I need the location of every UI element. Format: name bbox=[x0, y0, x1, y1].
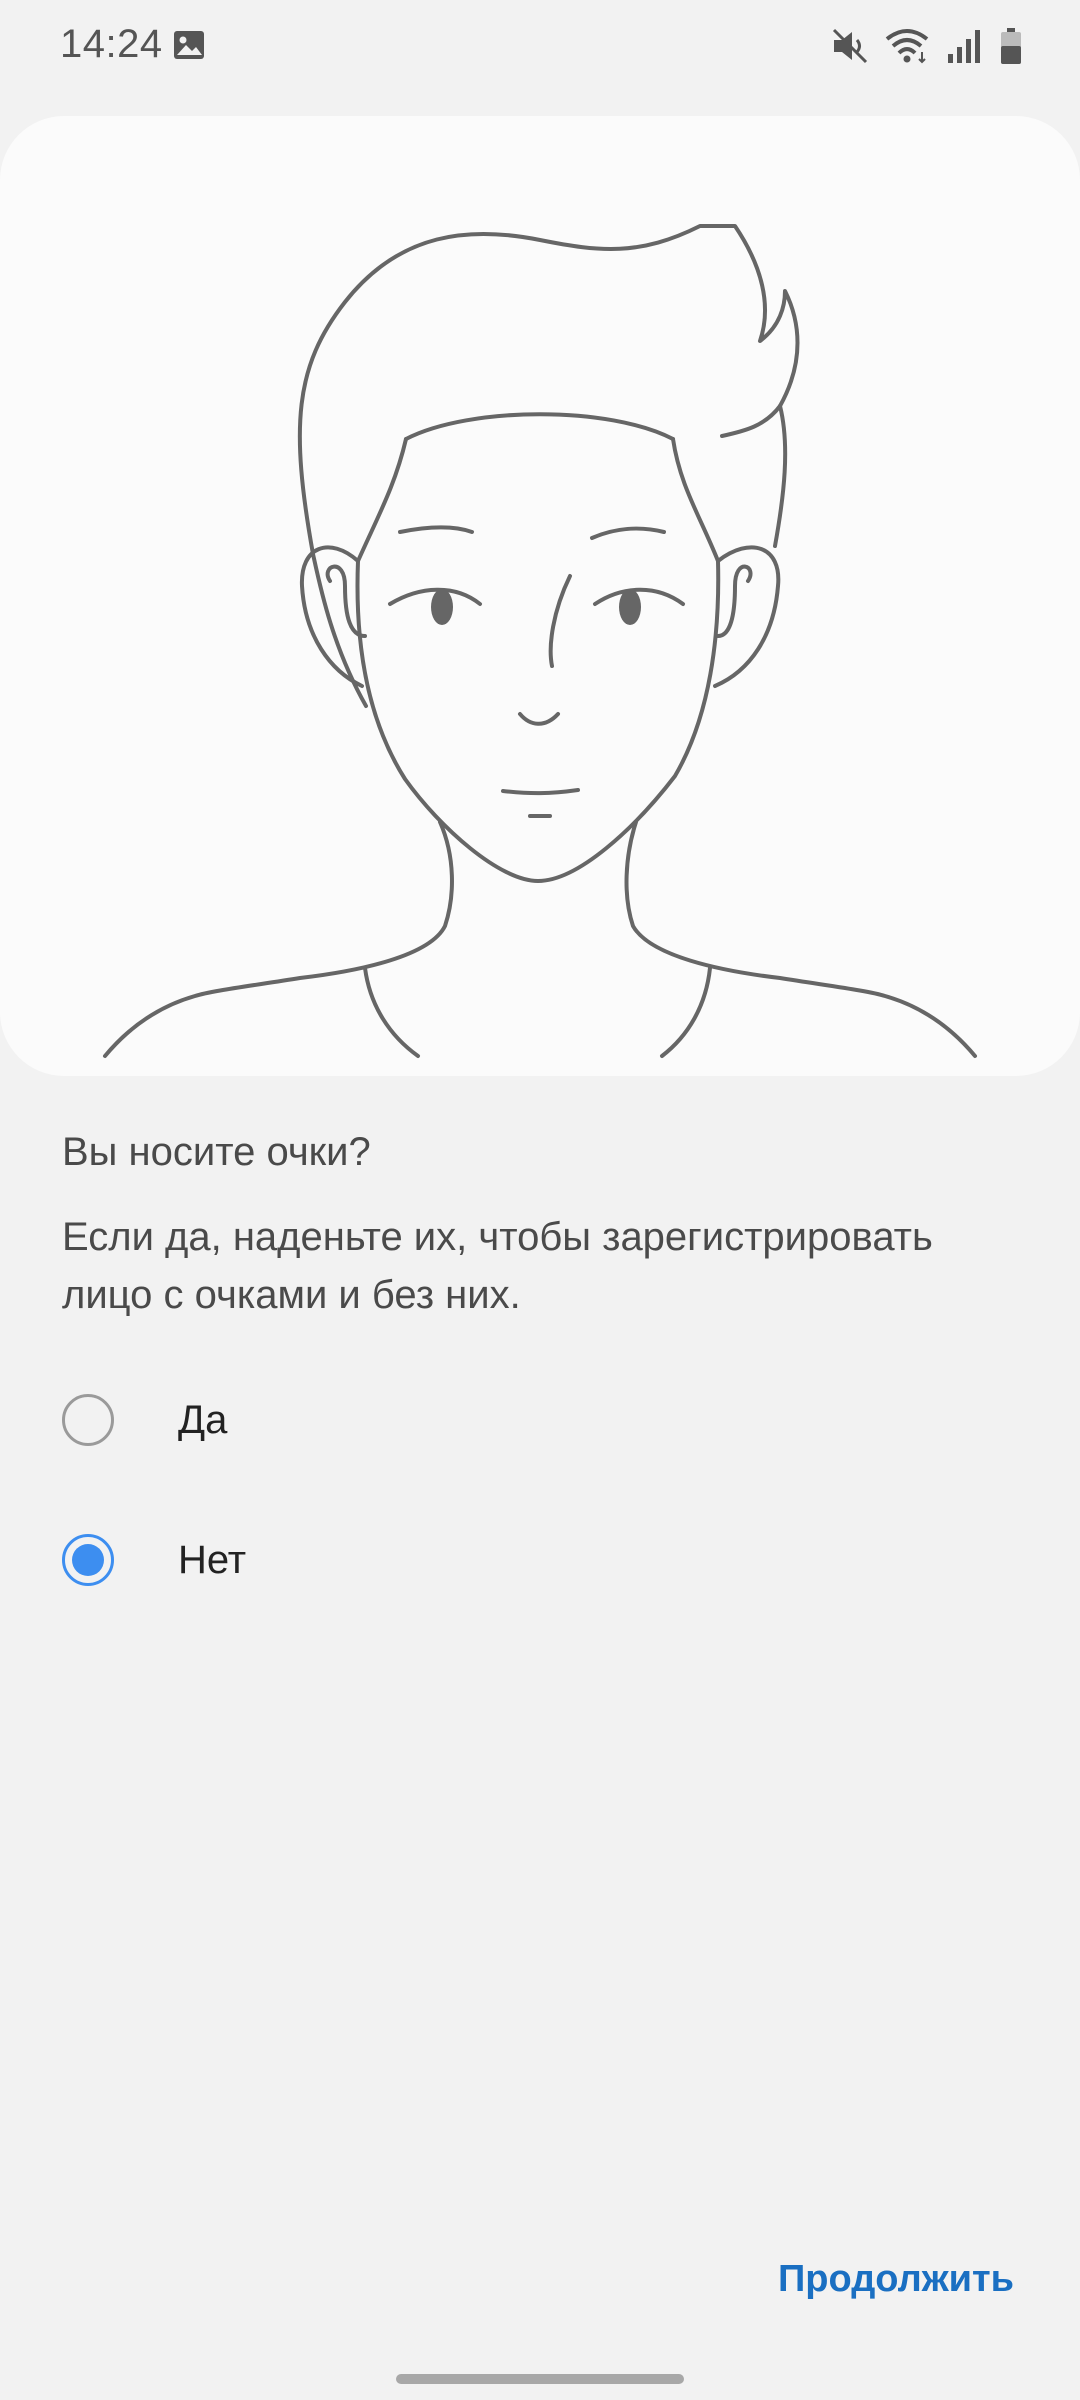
radio-button-yes[interactable] bbox=[62, 1394, 114, 1446]
radio-selected-dot bbox=[72, 1544, 104, 1576]
radio-button-no[interactable] bbox=[62, 1534, 114, 1586]
battery-icon bbox=[1001, 28, 1021, 64]
wifi-icon bbox=[885, 29, 929, 64]
question-description: Если да, наденьте их, чтобы зарегистриро… bbox=[62, 1215, 933, 1317]
signal-icon bbox=[948, 30, 980, 63]
mute-icon bbox=[832, 28, 868, 64]
option-no-label: Нет bbox=[178, 1537, 247, 1582]
gallery-icon bbox=[174, 31, 204, 59]
navigation-handle[interactable] bbox=[396, 2374, 684, 2384]
option-yes[interactable]: Да bbox=[0, 1360, 1080, 1480]
screen: 14:24 Вы носите очки? Если да, наденьте … bbox=[0, 0, 1080, 2400]
illustration-card bbox=[0, 116, 1080, 1076]
option-yes-label: Да bbox=[178, 1397, 228, 1442]
option-no[interactable]: Нет bbox=[0, 1500, 1080, 1620]
status-icons bbox=[830, 24, 1024, 68]
face-portrait-illustration bbox=[103, 224, 977, 1058]
continue-button[interactable]: Продолжить bbox=[778, 2258, 1014, 2301]
status-bar: 14:24 bbox=[0, 0, 1080, 96]
question-title: Вы носите очки? bbox=[62, 1130, 371, 1174]
status-time: 14:24 bbox=[60, 22, 163, 66]
